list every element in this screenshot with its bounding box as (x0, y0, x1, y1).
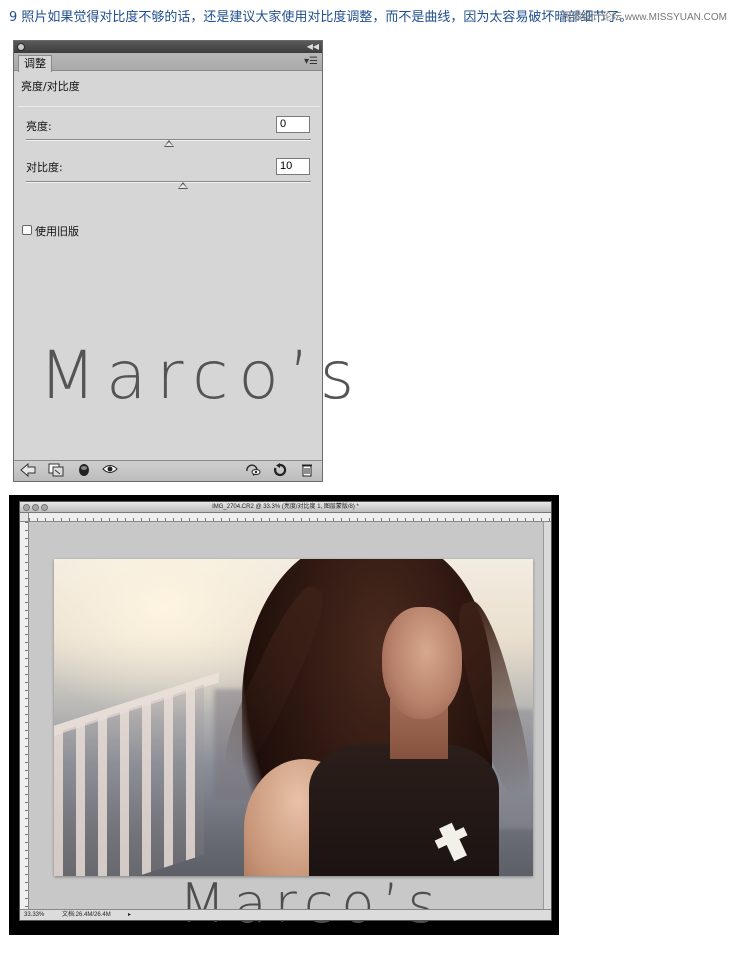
reset-icon[interactable] (272, 463, 288, 479)
document-window-frame: IMG_2704.CR2 @ 33.3% (亮度/对比度 1, 图层蒙版/8) … (9, 495, 559, 935)
contrast-slider[interactable] (26, 181, 311, 189)
photo-portrait (54, 559, 533, 876)
document-title: IMG_2704.CR2 @ 33.3% (亮度/对比度 1, 图层蒙版/8) … (212, 504, 359, 510)
contrast-slider-thumb[interactable] (177, 182, 188, 189)
legacy-checkbox[interactable] (22, 225, 32, 235)
panel-close-icon[interactable] (17, 43, 25, 51)
marco-watermark-document: Marco’s (179, 872, 444, 935)
adjustments-panel: ◀◀ 调整 ▾☰ 亮度/对比度 亮度: 0 对比度: 10 使用旧版 Marco… (13, 40, 354, 482)
photo-railing (54, 684, 204, 876)
layer-mask-icon[interactable] (76, 463, 92, 479)
zoom-level[interactable]: 33.33% (24, 910, 44, 920)
trash-icon[interactable] (299, 463, 315, 479)
status-menu-arrow-icon[interactable]: ▸ (128, 910, 131, 920)
document-window: IMG_2704.CR2 @ 33.3% (亮度/对比度 1, 图层蒙版/8) … (19, 501, 552, 934)
contrast-label: 对比度: (26, 161, 63, 174)
double-chevron-icon[interactable]: ◀◀ (307, 41, 319, 53)
vertical-scrollbar[interactable] (543, 522, 551, 909)
document-size: 文档:26.4M/26.4M (62, 912, 111, 918)
previous-state-icon[interactable] (244, 463, 261, 479)
visibility-eye-icon[interactable] (102, 463, 118, 479)
horizontal-ruler[interactable] (29, 513, 551, 522)
brightness-input[interactable]: 0 (276, 116, 310, 133)
document-statusbar: 33.33% 文档:26.4M/26.4M ▸ (20, 909, 551, 920)
brightness-label: 亮度: (26, 120, 52, 133)
marco-watermark: Marco’s (39, 337, 365, 414)
contrast-input[interactable]: 10 (276, 158, 310, 175)
document-canvas[interactable]: Marco’s (29, 522, 543, 934)
panel-titlebar: ◀◀ (14, 41, 322, 53)
tab-adjustments[interactable]: 调整 (18, 55, 52, 72)
ruler-origin[interactable] (20, 513, 29, 522)
clip-to-layer-icon[interactable] (48, 463, 64, 479)
brightness-slider-thumb[interactable] (163, 140, 174, 147)
back-arrow-icon[interactable] (20, 462, 36, 479)
brightness-slider[interactable] (26, 139, 311, 147)
panel-menu-icon[interactable]: ▾☰ (304, 55, 318, 69)
legacy-label: 使用旧版 (35, 225, 79, 238)
panel-bottom-toolbar (14, 460, 322, 481)
document-titlebar[interactable]: IMG_2704.CR2 @ 33.3% (亮度/对比度 1, 图层蒙版/8) … (20, 502, 551, 513)
panel-divider (18, 106, 320, 107)
adjustment-title: 亮度/对比度 (21, 80, 80, 93)
panel-tabbar: 调整 ▾☰ (14, 53, 322, 72)
site-watermark: 思缘设计论坛 www.MISSYUAN.COM (561, 12, 727, 23)
photo-face (382, 607, 462, 719)
vertical-ruler[interactable] (20, 522, 29, 909)
photo-garment (309, 744, 499, 876)
